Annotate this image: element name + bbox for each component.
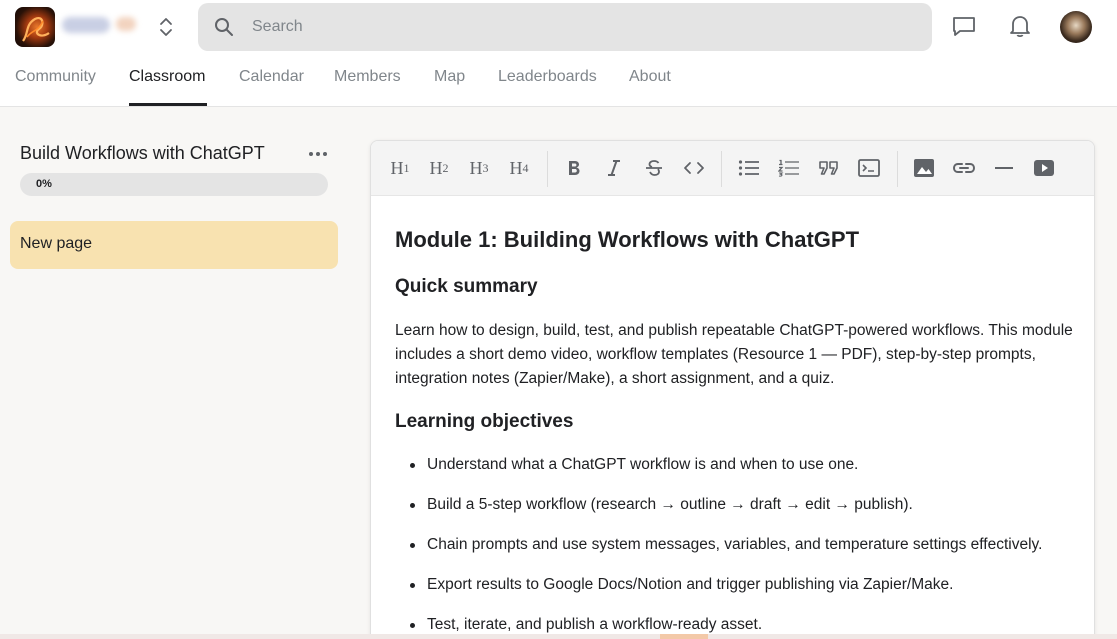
group-logo[interactable] (15, 7, 55, 47)
heading-2-button[interactable]: H2 (426, 155, 452, 181)
page-item-label: New page (20, 235, 93, 252)
sidebar-page-item[interactable]: New page (10, 221, 338, 269)
list-item: Export results to Google Docs/Notion and… (410, 576, 953, 594)
lesson-title: Module 1: Building Workflows with ChatGP… (395, 227, 860, 252)
summary-heading: Quick summary (395, 276, 538, 297)
heading-1-button[interactable]: H1 (387, 155, 413, 181)
tab-about[interactable]: About (629, 68, 671, 86)
more-options-icon[interactable] (306, 146, 330, 162)
inline-code-icon[interactable] (681, 155, 707, 181)
tab-map[interactable]: Map (434, 68, 465, 86)
group-name-blurred[interactable] (60, 14, 140, 36)
bell-icon[interactable] (1006, 12, 1034, 40)
heading-4-button[interactable]: H4 (506, 155, 532, 181)
course-progress-bar: 0% (20, 173, 328, 196)
objectives-heading: Learning objectives (395, 411, 574, 432)
tab-members[interactable]: Members (334, 68, 401, 86)
image-icon[interactable] (911, 155, 937, 181)
italic-icon[interactable] (601, 155, 627, 181)
list-item: Understand what a ChatGPT workflow is an… (410, 456, 858, 474)
bold-icon[interactable] (561, 155, 587, 181)
horizontal-rule-icon[interactable] (991, 155, 1017, 181)
list-item: Chain prompts and use system messages, v… (410, 536, 1042, 554)
summary-paragraph: Learn how to design, build, test, and pu… (395, 322, 1073, 387)
chat-icon[interactable] (950, 12, 978, 40)
video-icon[interactable] (1031, 155, 1057, 181)
tab-classroom[interactable]: Classroom (129, 68, 205, 86)
active-tab-indicator (129, 103, 207, 106)
tab-leaderboards[interactable]: Leaderboards (498, 68, 597, 86)
tab-community[interactable]: Community (15, 68, 96, 86)
bottom-scroll-strip (0, 634, 1117, 639)
toolbar-divider (547, 151, 548, 187)
progress-label: 0% (36, 178, 52, 190)
tab-calendar[interactable]: Calendar (239, 68, 304, 86)
avatar[interactable] (1060, 11, 1092, 43)
link-icon[interactable] (951, 155, 977, 181)
editor-toolbar: H1 H2 H3 H4 (371, 141, 1094, 196)
search-bar[interactable] (198, 3, 932, 51)
blockquote-icon[interactable] (816, 155, 842, 181)
search-icon (214, 17, 234, 37)
numbered-list-icon[interactable] (776, 155, 802, 181)
strikethrough-icon[interactable] (641, 155, 667, 181)
chevron-updown-icon[interactable] (155, 14, 177, 40)
list-item: Build a 5-step workflow (research → outl… (410, 496, 913, 514)
list-item: Test, iterate, and publish a workflow-re… (410, 616, 762, 634)
bullet-list-icon[interactable] (736, 155, 762, 181)
toolbar-divider (897, 151, 898, 187)
lesson-editor: H1 H2 H3 H4 Module 1: Building Workflows… (370, 140, 1095, 639)
course-title: Build Workflows with ChatGPT (20, 143, 265, 163)
code-block-icon[interactable] (856, 155, 882, 181)
heading-3-button[interactable]: H3 (466, 155, 492, 181)
search-input[interactable] (252, 3, 912, 51)
top-header: Community Classroom Calendar Members Map… (0, 0, 1117, 107)
toolbar-divider (721, 151, 722, 187)
